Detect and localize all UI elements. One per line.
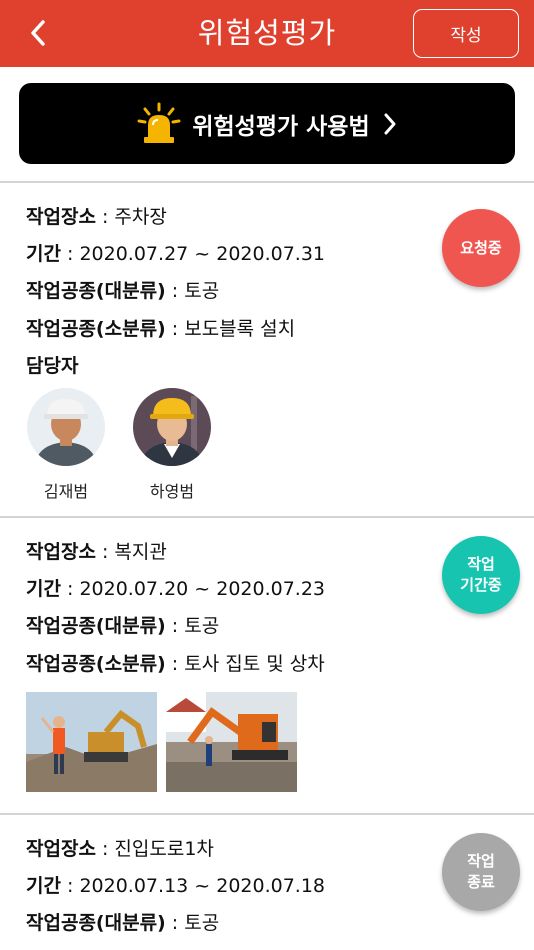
chevron-right-icon	[384, 113, 396, 134]
guide-button[interactable]: 위험성평가 사용법	[19, 83, 515, 164]
period-value: 2020.07.13 ~ 2020.07.18	[79, 875, 326, 897]
manager-label: 담당자	[26, 355, 79, 377]
site-photo[interactable]	[166, 692, 297, 792]
minor-type-row: 작업공종(소분류) : 보도블록 설치	[26, 318, 296, 340]
guide-button-label: 위험성평가 사용법	[192, 113, 370, 140]
location-value: 진입도로1차	[114, 838, 214, 860]
siren-icon	[137, 102, 181, 143]
assessment-card[interactable]: 작업장소 : 복지관 기간 : 2020.07.20 ~ 2020.07.23 …	[0, 518, 534, 813]
avatar	[133, 388, 211, 466]
minor-type-value: 토사 집토 및 상차	[184, 653, 325, 675]
assessment-card[interactable]: 작업장소 : 진입도로1차 기간 : 2020.07.13 ~ 2020.07.…	[0, 815, 534, 950]
site-photo[interactable]	[26, 692, 157, 792]
back-button[interactable]	[20, 14, 56, 52]
period-value: 2020.07.27 ~ 2020.07.31	[79, 243, 326, 265]
minor-type-row: 작업공종(소분류) : 토사 집토 및 상차	[26, 653, 325, 675]
manager-avatar-item[interactable]: 김재범	[26, 388, 106, 502]
location-row: 작업장소 : 진입도로1차	[26, 838, 214, 860]
major-type-row: 작업공종(대분류) : 토공	[26, 280, 220, 302]
guide-section: 위험성평가 사용법	[0, 67, 534, 181]
manager-name: 김재범	[43, 482, 89, 501]
app-header: 위험성평가 작성	[0, 0, 534, 67]
photo-gallery	[26, 692, 297, 792]
manager-name: 하영범	[149, 482, 195, 501]
status-badge: 요청중	[442, 209, 520, 287]
avatar	[27, 388, 105, 466]
major-type-value: 토공	[184, 280, 220, 302]
status-badge: 작업 종료	[442, 833, 520, 911]
period-row: 기간 : 2020.07.27 ~ 2020.07.31	[26, 243, 326, 265]
major-type-value: 토공	[184, 615, 220, 637]
major-type-value: 토공	[184, 912, 220, 934]
chevron-left-icon	[31, 20, 45, 46]
location-row: 작업장소 : 복지관	[26, 541, 167, 563]
period-row: 기간 : 2020.07.20 ~ 2020.07.23	[26, 578, 326, 600]
manager-avatar-item[interactable]: 하영범	[132, 388, 212, 502]
major-type-row: 작업공종(대분류) : 토공	[26, 615, 220, 637]
location-value: 주차장	[114, 206, 167, 228]
status-badge: 작업 기간중	[442, 536, 520, 614]
location-row: 작업장소 : 주차장	[26, 206, 167, 228]
write-button[interactable]: 작성	[413, 9, 519, 58]
major-type-row: 작업공종(대분류) : 토공	[26, 912, 220, 934]
minor-type-value: 보도블록 설치	[184, 318, 296, 340]
period-row: 기간 : 2020.07.13 ~ 2020.07.18	[26, 875, 326, 897]
period-value: 2020.07.20 ~ 2020.07.23	[79, 578, 326, 600]
assessment-card[interactable]: 작업장소 : 주차장 기간 : 2020.07.27 ~ 2020.07.31 …	[0, 183, 534, 516]
location-value: 복지관	[114, 541, 167, 563]
